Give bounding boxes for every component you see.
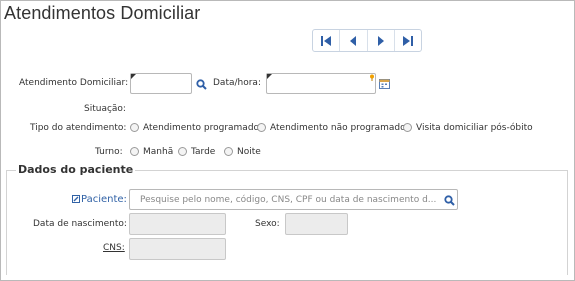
paciente-search-input[interactable]: Pesquise pelo nome, código, CNS, CPF ou …	[129, 189, 458, 210]
tipo-pos-obito-radio[interactable]	[403, 123, 412, 132]
search-icon[interactable]	[196, 79, 207, 90]
turno-noite-radio[interactable]	[224, 147, 233, 156]
turno-tarde-label[interactable]: Tarde	[191, 147, 215, 157]
next-record-button[interactable]	[368, 30, 395, 51]
sexo-field	[285, 213, 348, 235]
turno-manha-label[interactable]: Manhã	[143, 147, 173, 157]
required-marker-icon	[370, 74, 374, 81]
tipo-programado-radio[interactable]	[130, 123, 139, 132]
last-record-button[interactable]	[395, 30, 421, 51]
search-icon[interactable]	[444, 195, 455, 206]
paciente-label-link[interactable]: Paciente:	[81, 194, 127, 205]
next-icon	[377, 35, 384, 46]
previous-record-button[interactable]	[340, 30, 368, 51]
atendimento-label: Atendimento Domiciliar:	[19, 78, 129, 88]
atendimento-input[interactable]	[130, 73, 192, 94]
tipo-pos-obito-label[interactable]: Visita domiciliar pós-óbito	[416, 123, 533, 133]
first-icon	[321, 35, 332, 46]
record-navigation	[312, 29, 422, 52]
paciente-search-placeholder: Pesquise pelo nome, código, CNS, CPF ou …	[140, 195, 437, 205]
tipo-nao-programado-label[interactable]: Atendimento não programado	[270, 123, 406, 133]
datahora-label: Data/hora:	[213, 78, 261, 88]
paciente-section-title: Dados do paciente	[16, 163, 136, 176]
last-icon	[402, 35, 413, 46]
turno-tarde-radio[interactable]	[178, 147, 187, 156]
turno-noite-label[interactable]: Noite	[237, 147, 261, 157]
cns-label: CNS:	[103, 243, 125, 253]
sexo-label: Sexo:	[255, 219, 280, 229]
datahora-input[interactable]	[266, 73, 376, 94]
cns-field	[129, 238, 226, 260]
previous-icon	[350, 35, 357, 46]
first-record-button[interactable]	[313, 30, 341, 51]
page-title: Atendimentos Domiciliar	[4, 3, 201, 23]
situacao-label: Situação:	[84, 104, 126, 114]
nascimento-field	[129, 213, 226, 235]
turno-manha-radio[interactable]	[130, 147, 139, 156]
nascimento-label: Data de nascimento:	[33, 219, 127, 229]
edit-patient-icon[interactable]	[72, 195, 80, 203]
calendar-icon[interactable]	[379, 78, 390, 89]
tipo-programado-label[interactable]: Atendimento programado	[143, 123, 259, 133]
turno-label: Turno:	[95, 147, 123, 157]
tipo-nao-programado-radio[interactable]	[257, 123, 266, 132]
tipo-atendimento-label: Tipo do atendimento:	[30, 123, 127, 133]
